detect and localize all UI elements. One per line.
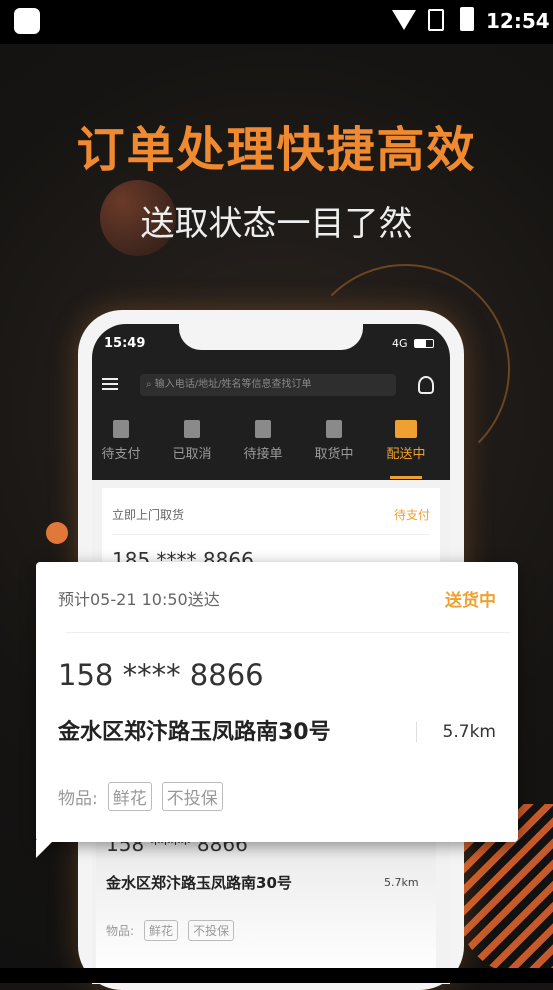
scooter-icon [395,420,417,438]
tab-cancelled[interactable]: 已取消 [157,420,227,462]
user-icon[interactable] [418,376,434,394]
notch [179,324,363,350]
order-items: 物品: 鲜花 不投保 [106,920,235,941]
delivery-status: 送货中 [445,591,496,611]
active-tab-indicator [390,476,422,479]
menu-icon[interactable] [102,378,118,390]
address: 金水区郑汴路玉凤路南30号 [58,720,331,745]
eta: 预计05-21 10:50送达 [58,590,220,609]
no-sim-icon [428,9,444,31]
phone-network: 4G [392,337,408,350]
decor-dot [46,522,68,544]
popup-tail [36,840,54,858]
tag: 鲜花 [144,920,179,941]
headline: 订单处理快捷高效 [76,122,477,178]
order-type: 立即上门取货 [112,508,185,522]
battery-icon [414,339,434,348]
separator [416,722,417,742]
box-icon [326,420,342,438]
document-icon [113,420,129,438]
battery-charging-icon [460,7,474,31]
search-input[interactable]: ⌕ 输入电话/地址/姓名等信息查找订单 [140,374,396,396]
bottom-bar [0,968,553,983]
order-distance: 5.7km [384,876,419,889]
app-icon [14,8,40,34]
order-card[interactable]: 158 **** 8866 金水区郑汴路玉凤路南30号 5.7km 物品: 鲜花不… [96,824,436,974]
distance: 5.7km [442,722,496,742]
phone-time: 15:49 [104,336,146,351]
order-address: 金水区郑汴路玉凤路南30号 [106,874,292,892]
divider [66,632,510,633]
tab-pending-payment[interactable]: 待支付 [92,420,156,462]
wifi-icon [392,10,416,30]
search-placeholder: 输入电话/地址/姓名等信息查找订单 [154,379,312,390]
divider [112,534,430,535]
tab-delivering[interactable]: 配送中 [371,420,441,462]
tab-awaiting[interactable]: 待接单 [228,420,298,462]
document-icon [184,420,200,438]
tag: 不投保 [188,920,235,941]
status-bar: 12:54 [0,0,553,44]
order-status: 待支付 [393,508,430,522]
highlighted-order-card[interactable]: 预计05-21 10:50送达 送货中 158 **** 8866 金水区郑汴路… [36,562,518,858]
customer-phone: 158 **** 8866 [58,658,264,692]
items: 物品: 鲜花 不投保 [58,782,223,811]
document-icon [255,420,271,438]
clock: 12:54 [486,9,550,33]
tag: 不投保 [161,782,223,811]
tab-picking-up[interactable]: 取货中 [299,420,369,462]
phone-header: 15:49 4G ⌕ 输入电话/地址/姓名等信息查找订单 待支付 已取消 待接单… [92,324,450,480]
tag: 鲜花 [107,782,152,811]
subheadline: 送取状态一目了然 [140,204,413,244]
